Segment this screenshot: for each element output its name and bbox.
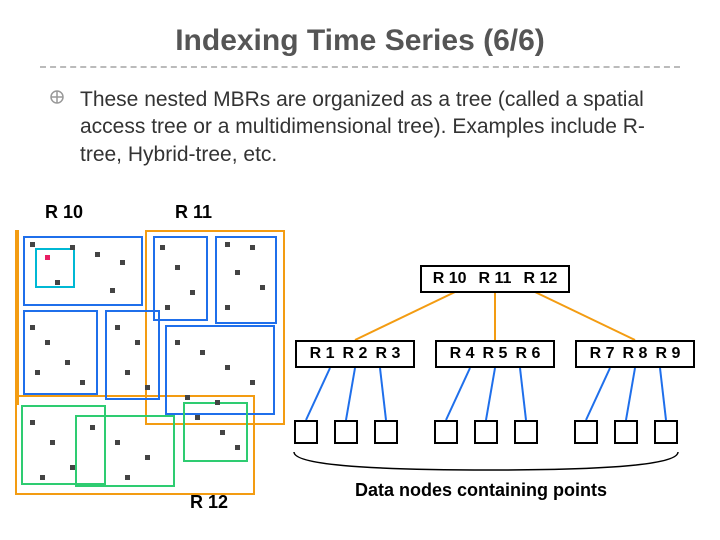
body-paragraph: These nested MBRs are organized as a tre… — [80, 86, 660, 168]
label-r10: R 10 — [45, 202, 83, 223]
box-r5 — [215, 236, 277, 324]
mid-left-0: R 1 — [306, 345, 339, 363]
root-cell-2: R 12 — [517, 270, 563, 288]
box-r2 — [23, 310, 98, 395]
leaf-7 — [574, 420, 598, 444]
mbr-diagram — [15, 230, 295, 510]
label-r11: R 11 — [175, 202, 212, 223]
tree-mid-center: R 4 R 5 R 6 — [435, 340, 555, 368]
box-r10 — [15, 230, 19, 405]
root-cell-0: R 10 — [427, 270, 473, 288]
root-cell-1: R 11 — [473, 270, 518, 288]
diagram-area: R 10 R 11 R 12 — [0, 210, 720, 540]
leaf-8 — [614, 420, 638, 444]
mid-right-1: R 8 — [619, 345, 652, 363]
leaf-6 — [514, 420, 538, 444]
leaf-caption: Data nodes containing points — [355, 480, 607, 501]
leaf-4 — [434, 420, 458, 444]
title-divider — [40, 66, 680, 68]
leaf-1 — [294, 420, 318, 444]
tree-mid-right: R 7 R 8 R 9 — [575, 340, 695, 368]
bullet-icon — [50, 90, 64, 104]
tree-mid-left: R 1 R 2 R 3 — [295, 340, 415, 368]
body-text: These nested MBRs are organized as a tre… — [80, 88, 645, 166]
mid-center-1: R 5 — [479, 345, 512, 363]
mid-center-0: R 4 — [446, 345, 479, 363]
page-title: Indexing Time Series (6/6) — [0, 0, 720, 66]
mid-right-2: R 9 — [651, 345, 684, 363]
leaf-3 — [374, 420, 398, 444]
mid-center-2: R 6 — [511, 345, 544, 363]
tree-diagram: R 10 R 11 R 12 R 1 R 2 R 3 R 4 R 5 R 6 R… — [300, 230, 720, 530]
mid-right-0: R 7 — [586, 345, 619, 363]
box-r3 — [105, 310, 160, 400]
leaf-5 — [474, 420, 498, 444]
tree-root: R 10 R 11 R 12 — [420, 265, 570, 293]
box-r9 — [183, 402, 248, 462]
mid-left-1: R 2 — [339, 345, 372, 363]
leaf-9 — [654, 420, 678, 444]
mid-left-2: R 3 — [371, 345, 404, 363]
leaf-2 — [334, 420, 358, 444]
